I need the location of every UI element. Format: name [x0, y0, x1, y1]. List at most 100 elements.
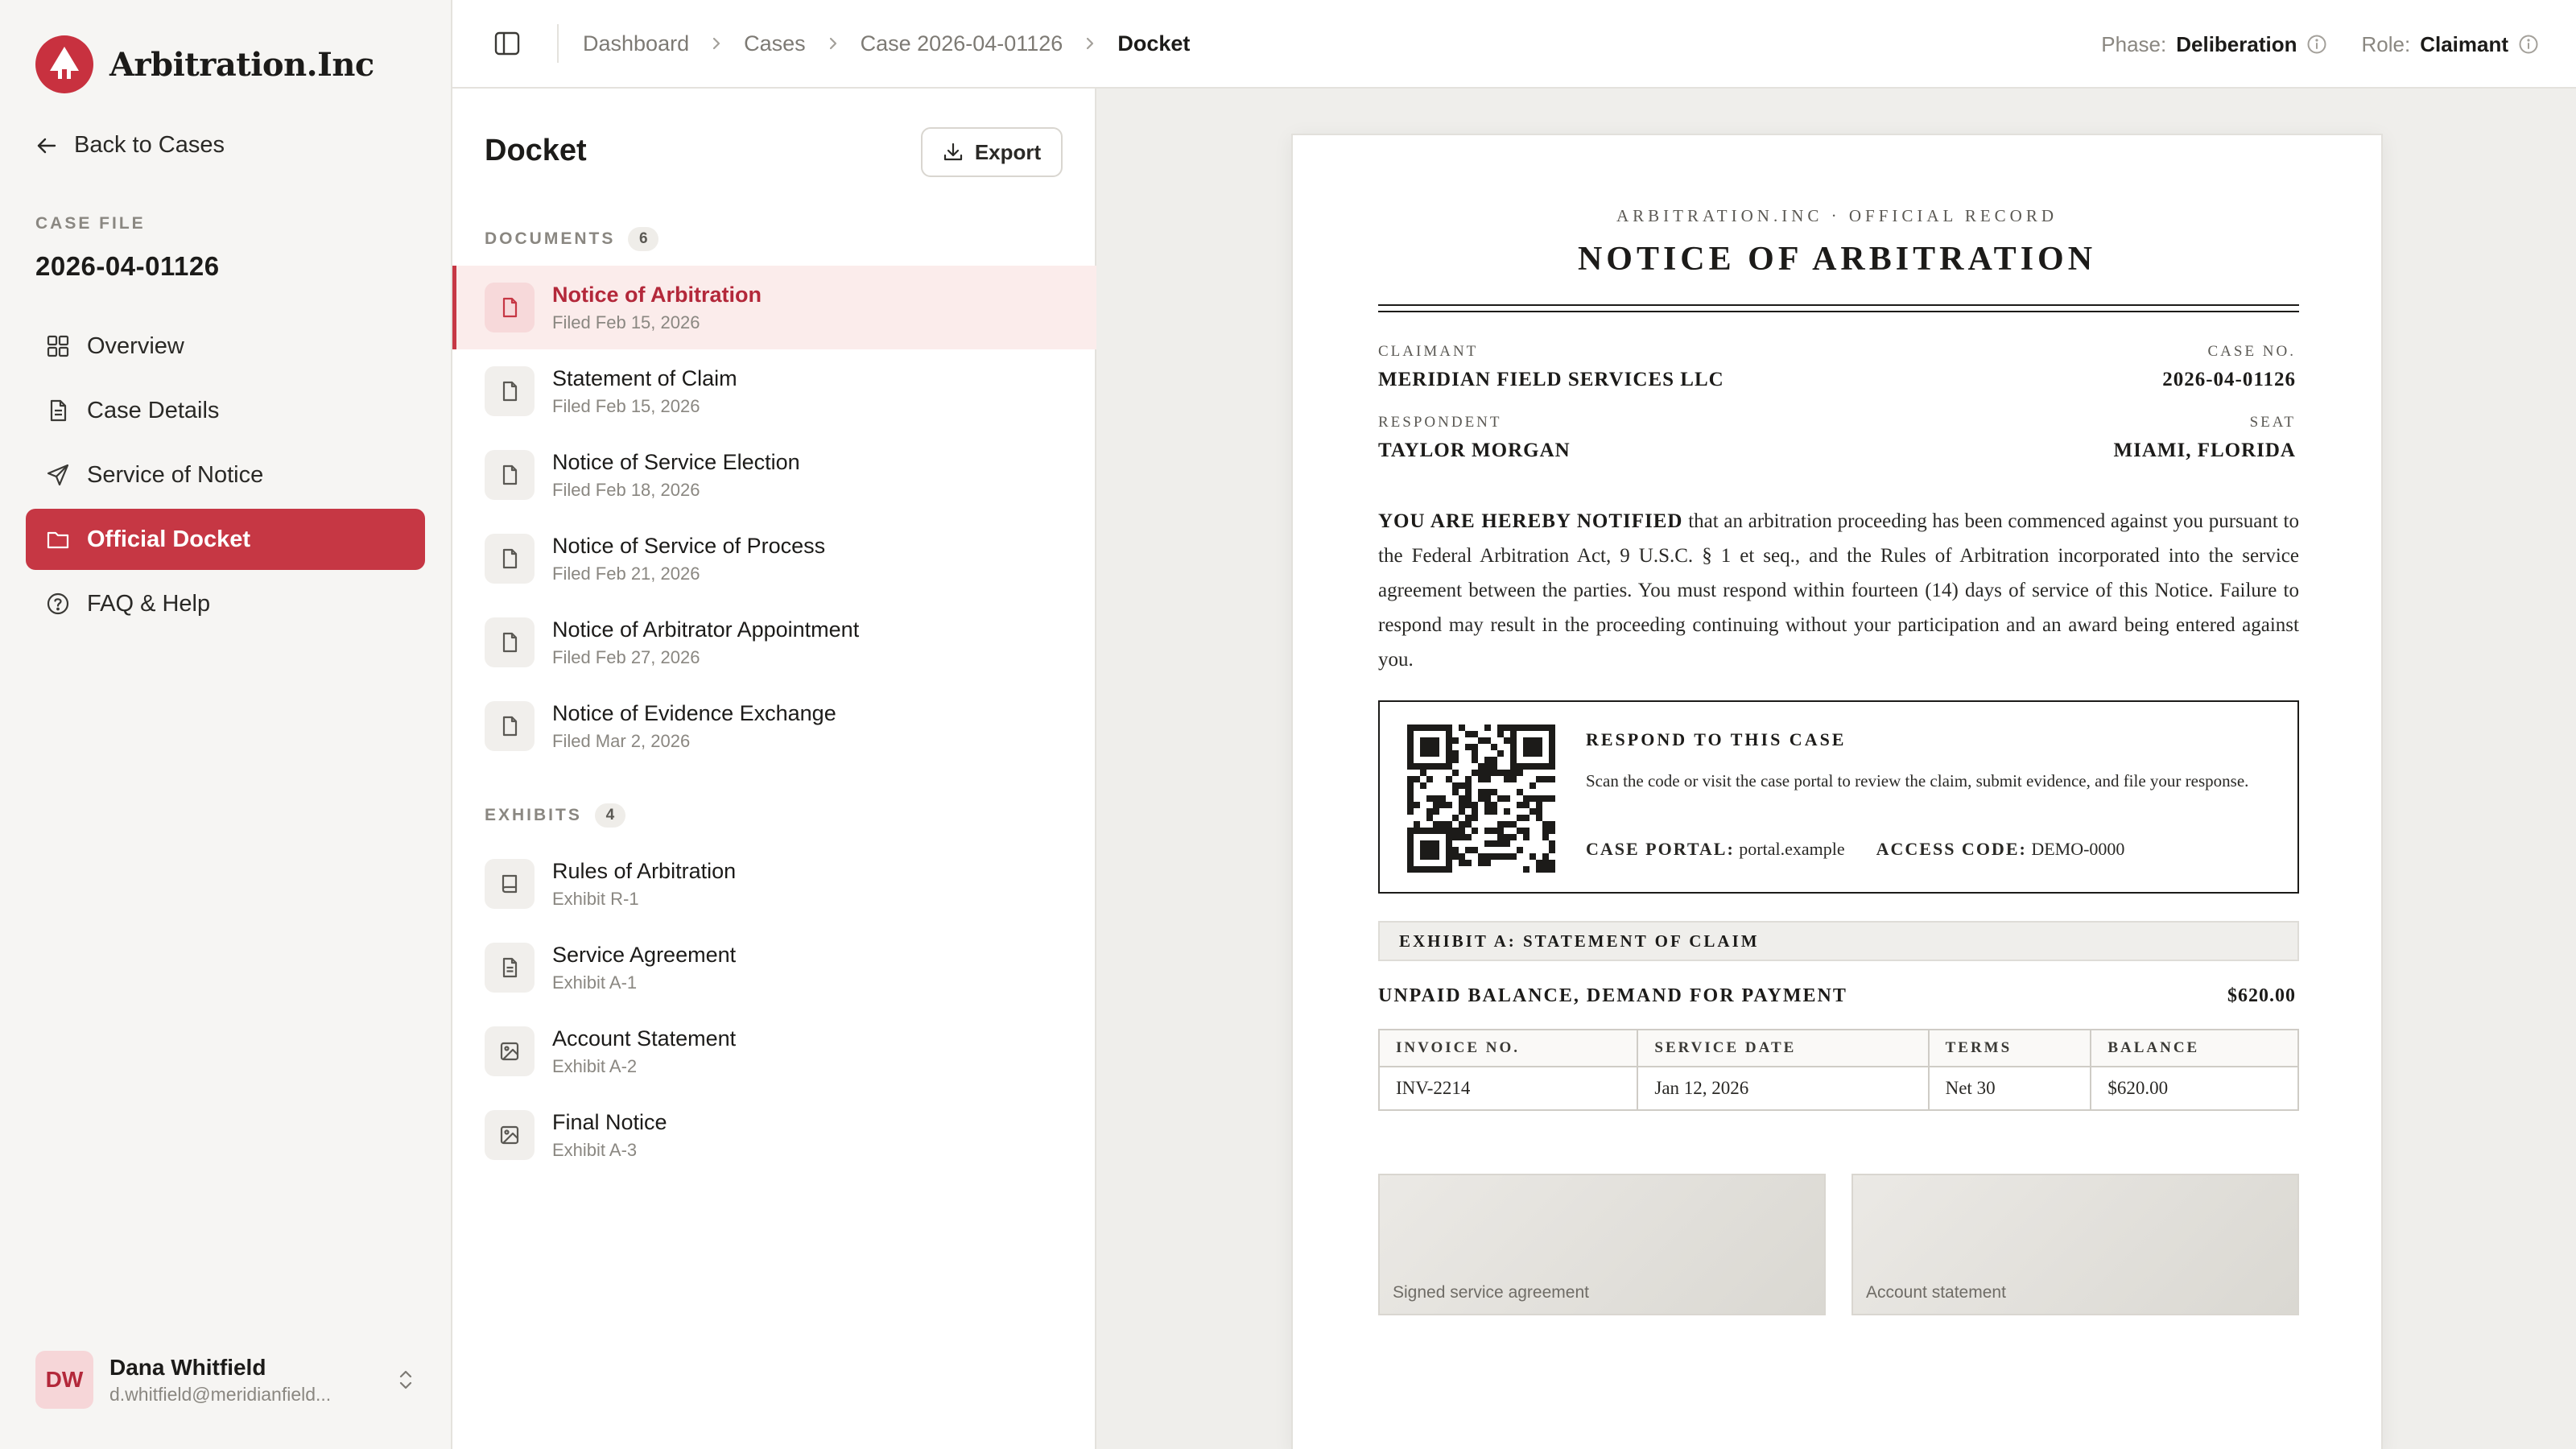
brand[interactable]: Arbitration.Inc	[35, 35, 374, 93]
docket-item-title: Statement of Claim	[552, 365, 737, 390]
chevron-right-icon	[710, 35, 723, 52]
sidebar-item-overview[interactable]: Overview	[26, 316, 425, 377]
topbar-divider	[557, 24, 559, 63]
role-info-icon[interactable]	[2518, 34, 2539, 55]
image-icon	[485, 1026, 535, 1076]
case-no-value: 2026-04-01126	[2162, 369, 2296, 390]
user-name: Dana Whitfield	[109, 1354, 266, 1380]
table-row: INV-2214 Jan 12, 2026 Net 30 $620.00	[1377, 1066, 2299, 1111]
download-icon	[943, 142, 964, 163]
docket-item-title: Notice of Arbitrator Appointment	[552, 617, 860, 642]
phase-info-icon[interactable]	[2306, 34, 2327, 55]
exhibit-item-title: Service Agreement	[552, 942, 737, 967]
grid-icon	[45, 333, 71, 359]
sidebar-item-official-docket[interactable]: Official Docket	[26, 509, 425, 570]
breadcrumb-dashboard[interactable]: Dashboard	[583, 31, 689, 56]
file-icon	[485, 366, 535, 416]
exhibit-item-rules-of-arbitration[interactable]: Rules of Arbitration Exhibit R-1	[452, 842, 1096, 926]
notice-document: ARBITRATION.INC · OFFICIAL RECORD NOTICE…	[1291, 134, 2383, 1449]
document-title: NOTICE OF ARBITRATION	[1577, 241, 2097, 278]
docket-item-notice-of-service-of-process[interactable]: Notice of Service of Process Filed Feb 21…	[452, 517, 1096, 601]
sidebar-toggle-icon[interactable]	[488, 24, 526, 63]
sidebar: Arbitration.Inc Back to Cases CASE FILE …	[0, 0, 452, 1449]
brand-logo-icon	[35, 35, 93, 93]
exhibits-count-badge: 4	[594, 803, 625, 828]
balance-cell: $620.00	[2090, 1066, 2299, 1111]
role-label: Role:	[2361, 31, 2411, 56]
demand-title: UNPAID BALANCE, DEMAND FOR PAYMENT	[1378, 985, 1847, 1006]
account-statement-thumbnail[interactable]: Account statement	[1852, 1174, 2299, 1315]
case-no-label: CASE NO.	[2207, 343, 2296, 360]
docket-item-title: Notice of Service Election	[552, 449, 800, 474]
send-icon	[45, 462, 71, 488]
document-kicker: ARBITRATION.INC · OFFICIAL RECORD	[1616, 206, 2058, 225]
portal-value: portal.example	[1739, 839, 1845, 859]
invoice-table: INVOICE NO. SERVICE DATE TERMS BALANCE I…	[1377, 1029, 2299, 1111]
docket-item-notice-of-arbitration[interactable]: Notice of Arbitration Filed Feb 15, 2026	[452, 266, 1096, 349]
docket-item-notice-of-arbitrator-appointment[interactable]: Notice of Arbitrator Appointment Filed Fe…	[452, 601, 1096, 684]
phase-label: Phase:	[2101, 31, 2167, 56]
respond-credentials: CASE PORTAL: portal.example ACCESS CODE:…	[1586, 839, 2124, 860]
breadcrumb-case[interactable]: Case 2026-04-01126	[861, 31, 1063, 56]
docket-item-notice-of-evidence-exchange[interactable]: Notice of Evidence Exchange Filed Mar 2, …	[452, 684, 1096, 768]
exhibit-item-account-statement[interactable]: Account Statement Exhibit A-2	[452, 1009, 1096, 1093]
seat-value: MIAMI, FLORIDA	[2113, 440, 2296, 461]
sidebar-item-label: FAQ & Help	[87, 590, 211, 617]
back-to-cases-link[interactable]: Back to Cases	[35, 132, 225, 159]
notice-body-text: that an arbitration proceeding has been …	[1378, 510, 2300, 671]
documents-count-badge: 6	[628, 227, 659, 251]
user-info: Dana Whitfield d.whitfield@meridianfield…	[109, 1355, 390, 1406]
export-button[interactable]: Export	[921, 127, 1063, 177]
respond-instructions: Scan the code or visit the case portal t…	[1586, 771, 2249, 791]
respond-title: RESPOND TO THIS CASE	[1586, 729, 1847, 749]
sidebar-nav: Overview Case Details Service of Notice	[26, 316, 425, 638]
docket-item-statement-of-claim[interactable]: Statement of Claim Filed Feb 15, 2026	[452, 349, 1096, 433]
docket-item-date: Filed Feb 15, 2026	[552, 395, 700, 416]
chevron-right-icon	[827, 35, 840, 52]
exhibit-item-service-agreement[interactable]: Service Agreement Exhibit A-1	[452, 926, 1096, 1009]
docket-title: Docket	[485, 134, 587, 167]
docket-item-title: Notice of Arbitration	[552, 282, 762, 307]
sidebar-item-label: Case Details	[87, 397, 220, 423]
claimant-label: CLAIMANT	[1378, 343, 1479, 360]
title-rule	[1378, 304, 2299, 306]
sidebar-item-case-details[interactable]: Case Details	[26, 380, 425, 441]
signed-agreement-thumbnail[interactable]: Signed service agreement	[1378, 1174, 1826, 1315]
sidebar-item-label: Official Docket	[87, 526, 251, 552]
document-viewer[interactable]: ARBITRATION.INC · OFFICIAL RECORD NOTICE…	[1096, 89, 2576, 1449]
role-value: Claimant	[2420, 31, 2508, 56]
respond-box: RESPOND TO THIS CASE Scan the code or vi…	[1378, 700, 2299, 894]
documents-label: DOCUMENTS	[485, 229, 616, 248]
exhibit-item-id: Exhibit A-3	[552, 1139, 638, 1160]
terms-cell: Net 30	[1927, 1066, 2092, 1111]
chevron-right-icon	[1084, 35, 1096, 52]
breadcrumb-docket: Docket	[1117, 31, 1191, 56]
respondent-value: TAYLOR MORGAN	[1378, 440, 1571, 461]
chevrons-up-down-icon[interactable]	[390, 1367, 422, 1393]
exhibit-item-id: Exhibit A-2	[552, 1055, 638, 1076]
docket-item-notice-of-service-election[interactable]: Notice of Service Election Filed Feb 18, …	[452, 433, 1096, 517]
breadcrumb-cases[interactable]: Cases	[744, 31, 806, 56]
exhibit-item-id: Exhibit A-1	[552, 972, 638, 993]
docket-item-date: Filed Feb 15, 2026	[552, 312, 700, 332]
help-circle-icon	[45, 591, 71, 617]
book-icon	[485, 859, 535, 909]
invoice-number-cell: INV-2214	[1377, 1066, 1639, 1111]
user-menu[interactable]: DW Dana Whitfield d.whitfield@meridianfi…	[35, 1351, 422, 1409]
sidebar-item-faq-help[interactable]: FAQ & Help	[26, 573, 425, 634]
notice-body: YOU ARE HEREBY NOTIFIED that an arbitrat…	[1378, 504, 2299, 677]
qr-code-icon[interactable]	[1407, 724, 1555, 873]
docket-item-date: Filed Mar 2, 2026	[552, 730, 691, 751]
arrow-left-icon	[35, 134, 58, 157]
sidebar-item-service-of-notice[interactable]: Service of Notice	[26, 444, 425, 506]
exhibit-heading: EXHIBIT A: STATEMENT OF CLAIM	[1378, 921, 2299, 961]
file-icon	[485, 701, 535, 751]
sidebar-item-label: Service of Notice	[87, 461, 264, 488]
exhibit-item-final-notice[interactable]: Final Notice Exhibit A-3	[452, 1093, 1096, 1177]
documents-section-header: DOCUMENTS 6	[485, 227, 659, 251]
breadcrumb: Dashboard Cases Case 2026-04-01126 Docke…	[583, 31, 1190, 56]
docket-item-date: Filed Feb 18, 2026	[552, 479, 700, 500]
user-email: d.whitfield@meridianfield...	[109, 1383, 332, 1405]
exhibit-item-title: Final Notice	[552, 1109, 667, 1134]
file-icon	[485, 283, 535, 332]
